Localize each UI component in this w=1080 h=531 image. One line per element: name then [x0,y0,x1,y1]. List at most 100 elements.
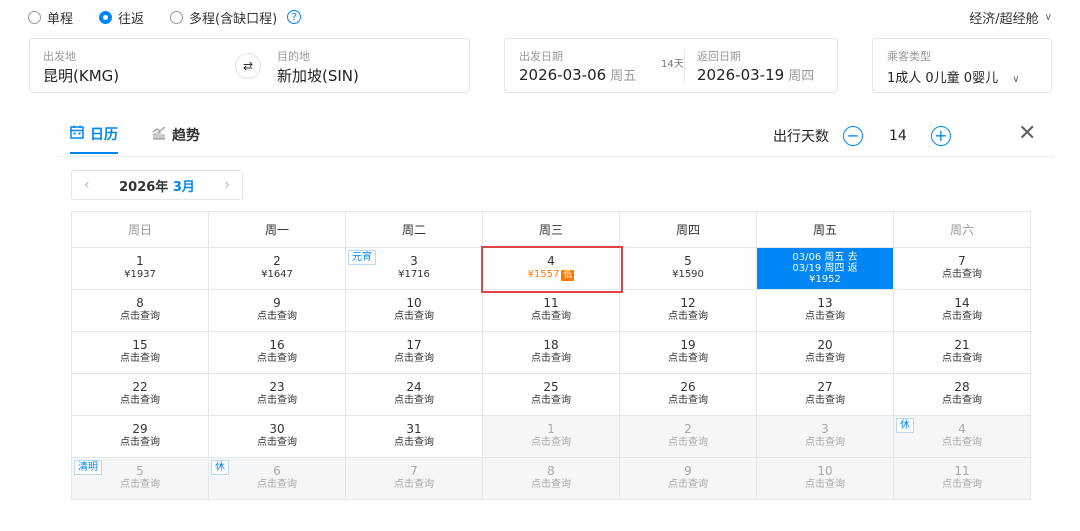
calendar-day[interactable]: 24 点击查询 [346,374,483,416]
day-price: 点击查询 [346,478,482,491]
day-price: 点击查询 [483,352,619,365]
calendar-day[interactable]: 1 点击查询 [483,416,620,458]
day-price: ¥1557 低 [483,268,619,281]
weekday-header-cell: 周二 [346,212,483,248]
calendar-day[interactable]: 休 4 点击查询 [894,416,1031,458]
calendar-day[interactable]: 23 点击查询 [209,374,346,416]
calendar-day[interactable]: 10 点击查询 [346,290,483,332]
price-text: 点击查询 [668,479,708,490]
price-text: 点击查询 [805,395,845,406]
trip-type-oneway[interactable]: 单程 [28,8,73,27]
price-text: 点击查询 [394,311,434,322]
price-text: 点击查询 [942,353,982,364]
calendar-day[interactable]: 19 点击查询 [620,332,757,374]
trip-type-label: 单程 [47,11,74,27]
tab-calendar[interactable]: 日历 [70,124,118,154]
calendar-day[interactable]: 29 点击查询 [72,416,209,458]
calendar-day[interactable]: 7 点击查询 [346,458,483,500]
calendar-day[interactable]: 25 点击查询 [483,374,620,416]
calendar-day[interactable]: 清明 5 点击查询 [72,458,209,500]
day-number: 4 [958,422,966,436]
calendar-day[interactable]: 2 ¥1647 [209,248,346,290]
view-tabs: 日历 趋势 [70,124,234,154]
day-number: 20 [817,338,833,352]
calendar-day[interactable]: 1 ¥1937 [72,248,209,290]
weekday-header-cell: 周日 [72,212,209,248]
day-number: 2 [684,422,692,436]
trip-type-multicity[interactable]: 多程(含缺口程) [170,8,277,27]
help-icon[interactable]: ? [287,10,302,24]
calendar-day[interactable]: 12 点击查询 [620,290,757,332]
calendar-day[interactable]: 4 ¥1557 低 [483,248,620,290]
calendar-day[interactable]: 27 点击查询 [757,374,894,416]
calendar-day[interactable]: 3 点击查询 [757,416,894,458]
weekday-header-cell: 周六 [894,212,1031,248]
day-price: 点击查询 [346,310,482,323]
calendar-day[interactable]: 7 点击查询 [894,248,1031,290]
plus-icon[interactable]: + [930,126,951,146]
calendar-day[interactable]: 10 点击查询 [757,458,894,500]
calendar-day[interactable]: 13 点击查询 [757,290,894,332]
calendar-day[interactable]: 31 点击查询 [346,416,483,458]
cabin-class-select[interactable]: 经济/超经舱 ∨ [969,8,1052,27]
calendar-day[interactable]: 8 点击查询 [72,290,209,332]
depart-date-field[interactable]: 2026-03-06 周五 [519,65,636,84]
calendar-day[interactable]: 11 点击查询 [894,458,1031,500]
day-number: 25 [543,380,559,394]
return-date-field[interactable]: 2026-03-19 周四 [697,65,814,84]
calendar-day[interactable]: 元宵 3 ¥1716 [346,248,483,290]
chevron-left-icon[interactable]: ‹ [84,177,90,193]
calendar-day[interactable]: 22 点击查询 [72,374,209,416]
calendar-day[interactable]: 17 点击查询 [346,332,483,374]
month-navigator: ‹ 2026年 3月 › [71,170,243,200]
day-price: 点击查询 [209,352,345,365]
calendar-day[interactable]: 18 点击查询 [483,332,620,374]
calendar-day[interactable]: 2 点击查询 [620,416,757,458]
calendar-day[interactable]: 15 点击查询 [72,332,209,374]
trip-type-roundtrip[interactable]: 往返 [99,8,144,27]
price-text: 点击查询 [394,437,434,448]
calendar-day[interactable]: 28 点击查询 [894,374,1031,416]
calendar-day[interactable]: 26 点击查询 [620,374,757,416]
trip-days-pill: 14天 [661,55,684,70]
calendar-day[interactable]: 20 点击查询 [757,332,894,374]
depart-weekday: 周五 [610,69,637,84]
day-number: 1 [547,422,555,436]
calendar-day[interactable]: 14 点击查询 [894,290,1031,332]
passenger-box[interactable]: 乘客类型 1成人 0儿童 0婴儿 ∨ [872,38,1052,93]
close-icon[interactable]: ✕ [1018,121,1036,146]
day-price: 点击查询 [894,310,1030,323]
calendar-day[interactable]: 9 点击查询 [209,290,346,332]
destination-field[interactable]: 新加坡(SIN) [277,65,359,86]
calendar-day[interactable]: 9 点击查询 [620,458,757,500]
price-text: 点击查询 [120,479,160,490]
minus-icon[interactable]: − [843,126,863,146]
holiday-tag: 休 [896,418,914,433]
day-price: 点击查询 [620,436,756,449]
calendar-day[interactable]: 休 6 点击查询 [209,458,346,500]
day-number: 12 [680,296,696,310]
selected-trip-text: 03/19 周四 返 [792,263,858,274]
calendar-day[interactable]: 8 点击查询 [483,458,620,500]
day-number: 6 [273,464,281,478]
swap-icon[interactable]: ⇄ [235,53,261,79]
calendar-week-row: 8 点击查询 9 点击查询 10 点击查询 11 点击查询 12 点击查询 13 点击查询 14 点击查询 [72,290,1031,332]
calendar-day[interactable]: 5 ¥1590 [620,248,757,290]
calendar-day[interactable]: 21 点击查询 [894,332,1031,374]
origin-field[interactable]: 昆明(KMG) [43,65,119,86]
calendar-week-row: 29 点击查询 30 点击查询 31 点击查询 1 点击查询 2 点击查询 3 点击查询休 4 点击查询 [72,416,1031,458]
chevron-right-icon[interactable]: › [224,177,230,193]
calendar-day-selected[interactable]: 03/06 周五 去 03/19 周四 返 ¥1952 [757,248,894,290]
calendar-day[interactable]: 11 点击查询 [483,290,620,332]
tab-trend[interactable]: 趋势 [152,125,200,153]
trip-type-label: 往返 [118,11,145,27]
price-text: 点击查询 [668,437,708,448]
price-text: 点击查询 [942,395,982,406]
calendar-day[interactable]: 16 点击查询 [209,332,346,374]
price-text: ¥1647 [261,269,293,280]
calendar-week-row: 清明 5 点击查询休 6 点击查询 7 点击查询 8 点击查询 9 点击查询 10 点击查询 11 点击查询 [72,458,1031,500]
passenger-label: 乘客类型 [887,50,931,63]
calendar-day[interactable]: 30 点击查询 [209,416,346,458]
price-text: 点击查询 [668,353,708,364]
price-text: 点击查询 [120,437,160,448]
